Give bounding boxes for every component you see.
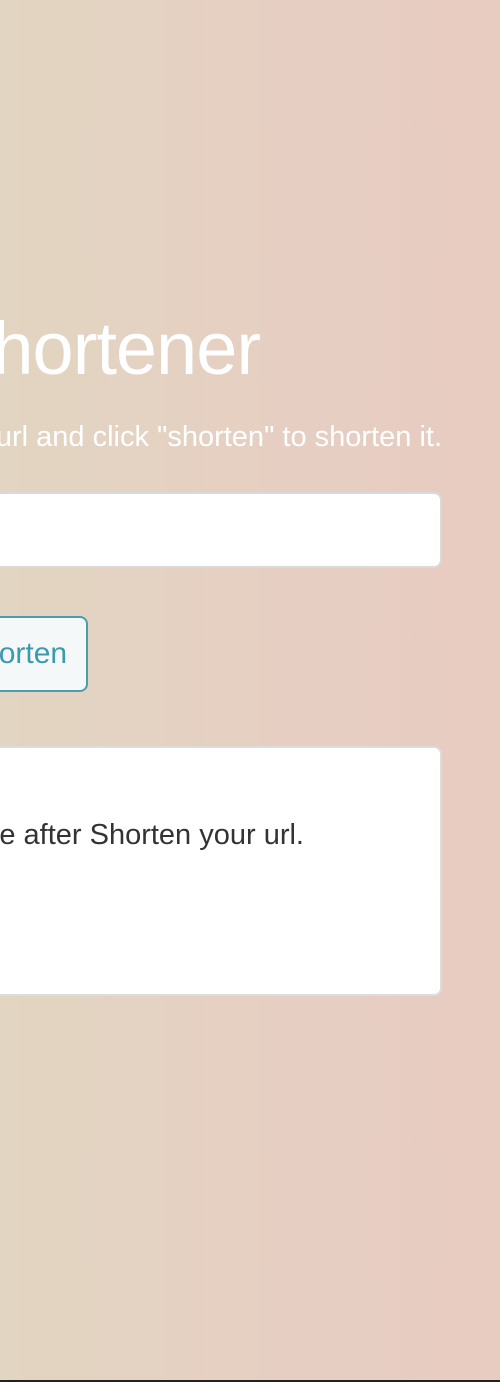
result-message: Your result will appear here after Short… bbox=[0, 819, 304, 851]
url-input[interactable] bbox=[0, 492, 442, 568]
page-title: URL Shortener bbox=[0, 307, 261, 390]
shorten-button[interactable]: Shorten bbox=[0, 616, 88, 692]
result-box: Your result will appear here after Short… bbox=[0, 746, 442, 996]
page-subtitle: Enter a url and click "shorten" to short… bbox=[0, 421, 442, 453]
page: URL Shortener Enter a url and click "sho… bbox=[0, 0, 500, 1380]
